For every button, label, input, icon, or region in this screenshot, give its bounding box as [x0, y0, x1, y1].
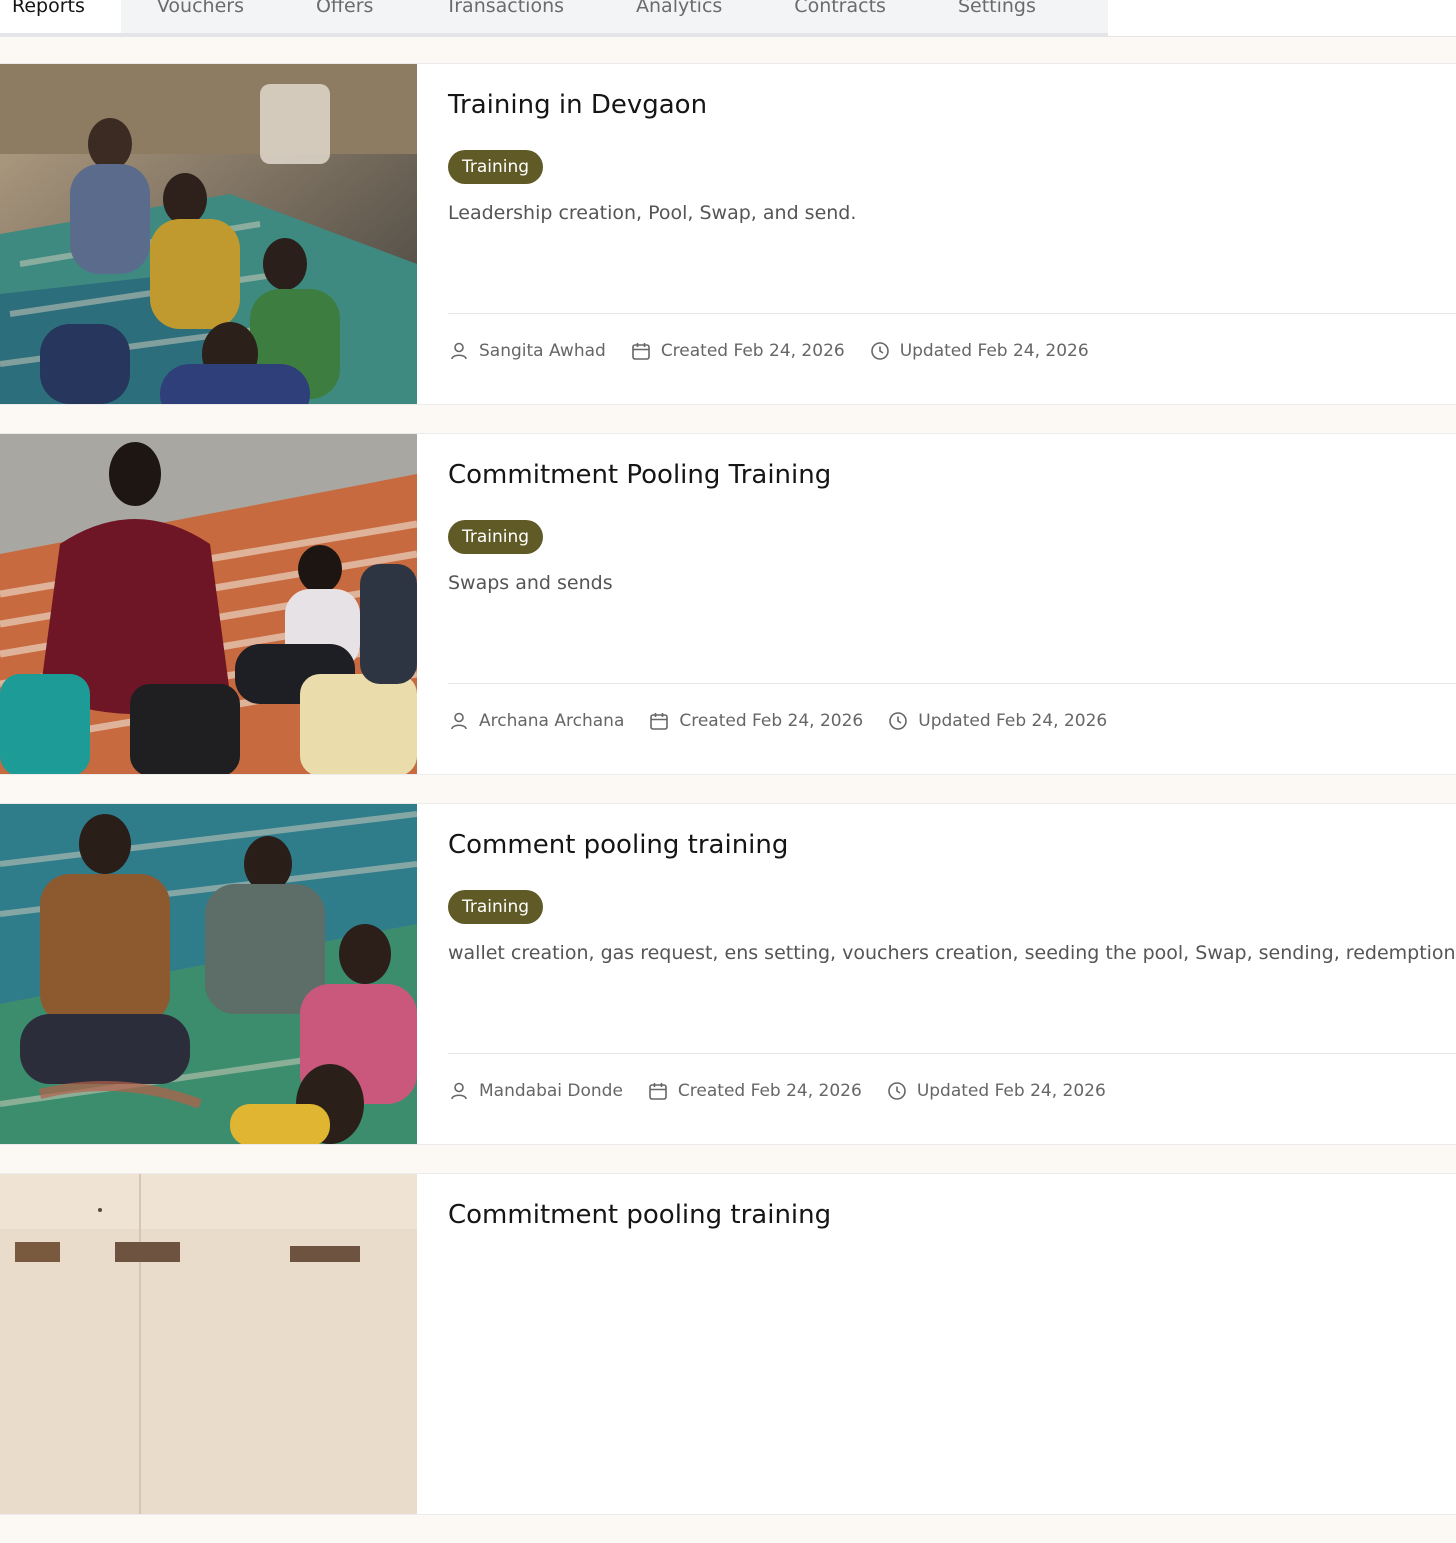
- report-list: Training in Devgaon Training Leadership …: [0, 63, 1456, 1543]
- tab-settings[interactable]: Settings: [922, 0, 1072, 33]
- report-description: wallet creation, gas request, ens settin…: [448, 942, 1456, 964]
- report-title[interactable]: Training in Devgaon: [448, 90, 707, 120]
- group-training-photo-icon: [0, 804, 417, 1144]
- report-body: Commitment pooling training: [448, 1174, 1456, 1514]
- category-tag: Training: [448, 520, 544, 554]
- created-text: Created Feb 24, 2026: [660, 341, 845, 361]
- author-name: Archana Archana: [479, 711, 625, 731]
- updated-text: Updated Feb 24, 2026: [899, 341, 1089, 361]
- updated-text: Updated Feb 24, 2026: [916, 1081, 1106, 1101]
- tab-transactions[interactable]: Transactions: [409, 0, 600, 33]
- divider: [448, 313, 1456, 314]
- top-navigation: Reports Vouchers Offers Transactions Ana…: [0, 0, 1456, 37]
- updated-text: Updated Feb 24, 2026: [918, 711, 1108, 731]
- user-icon: [451, 1082, 467, 1100]
- author: Archana Archana: [448, 710, 624, 732]
- report-body: Comment pooling training Training wallet…: [448, 804, 1456, 1144]
- author-name: Mandabai Donde: [479, 1081, 623, 1101]
- updated-date: Updated Feb 24, 2026: [869, 340, 1089, 362]
- clock-icon: [889, 712, 908, 730]
- created-date: Created Feb 24, 2026: [630, 340, 845, 362]
- report-title[interactable]: Comment pooling training: [448, 830, 788, 860]
- report-description: Swaps and sends: [448, 572, 613, 594]
- tab-list: Reports Vouchers Offers Transactions Ana…: [0, 0, 1108, 36]
- report-title[interactable]: Commitment Pooling Training: [448, 460, 831, 490]
- clock-icon: [870, 342, 889, 360]
- updated-date: Updated Feb 24, 2026: [887, 710, 1107, 732]
- created-date: Created Feb 24, 2026: [648, 710, 863, 732]
- report-photo: [0, 1174, 417, 1514]
- clock-icon: [888, 1082, 906, 1100]
- report-photo: [0, 434, 417, 774]
- report-photo: [0, 804, 417, 1144]
- report-card[interactable]: Commitment pooling training: [0, 1173, 1456, 1515]
- report-meta: Archana Archana Created Feb 24, 2026 Upd…: [448, 706, 1131, 736]
- report-body: Training in Devgaon Training Leadership …: [448, 64, 1456, 404]
- group-training-photo-icon: [0, 64, 417, 404]
- room-photo-icon: [0, 1174, 417, 1514]
- author-name: Sangita Awhad: [479, 341, 606, 361]
- tab-offers[interactable]: Offers: [280, 0, 409, 33]
- tab-reports[interactable]: Reports: [0, 0, 121, 33]
- created-date: Created Feb 24, 2026: [647, 1080, 862, 1102]
- author: Mandabai Donde: [448, 1080, 623, 1102]
- author: Sangita Awhad: [448, 340, 606, 362]
- group-training-photo-icon: [0, 434, 417, 774]
- divider: [448, 1053, 1456, 1054]
- report-title[interactable]: Commitment pooling training: [448, 1200, 831, 1230]
- report-photo: [0, 64, 417, 404]
- tab-vouchers[interactable]: Vouchers: [121, 0, 280, 33]
- report-body: Commitment Pooling Training Training Swa…: [448, 434, 1456, 774]
- calendar-icon: [649, 1083, 667, 1100]
- calendar-icon: [650, 713, 669, 730]
- tab-analytics[interactable]: Analytics: [600, 0, 758, 33]
- report-meta: Mandabai Donde Created Feb 24, 2026 Upda…: [448, 1076, 1130, 1106]
- category-tag: Training: [448, 890, 544, 924]
- created-text: Created Feb 24, 2026: [679, 711, 864, 731]
- updated-date: Updated Feb 24, 2026: [886, 1080, 1106, 1102]
- report-meta: Sangita Awhad Created Feb 24, 2026 Updat…: [448, 336, 1113, 366]
- calendar-icon: [632, 343, 650, 360]
- report-description: Leadership creation, Pool, Swap, and sen…: [448, 202, 857, 224]
- user-icon: [451, 342, 467, 360]
- report-card[interactable]: Comment pooling training Training wallet…: [0, 803, 1456, 1145]
- report-card[interactable]: Commitment Pooling Training Training Swa…: [0, 433, 1456, 775]
- created-text: Created Feb 24, 2026: [677, 1081, 862, 1101]
- user-icon: [451, 712, 467, 730]
- divider: [448, 683, 1456, 684]
- report-card[interactable]: Training in Devgaon Training Leadership …: [0, 63, 1456, 405]
- category-tag: Training: [448, 150, 544, 184]
- tab-contracts[interactable]: Contracts: [758, 0, 922, 33]
